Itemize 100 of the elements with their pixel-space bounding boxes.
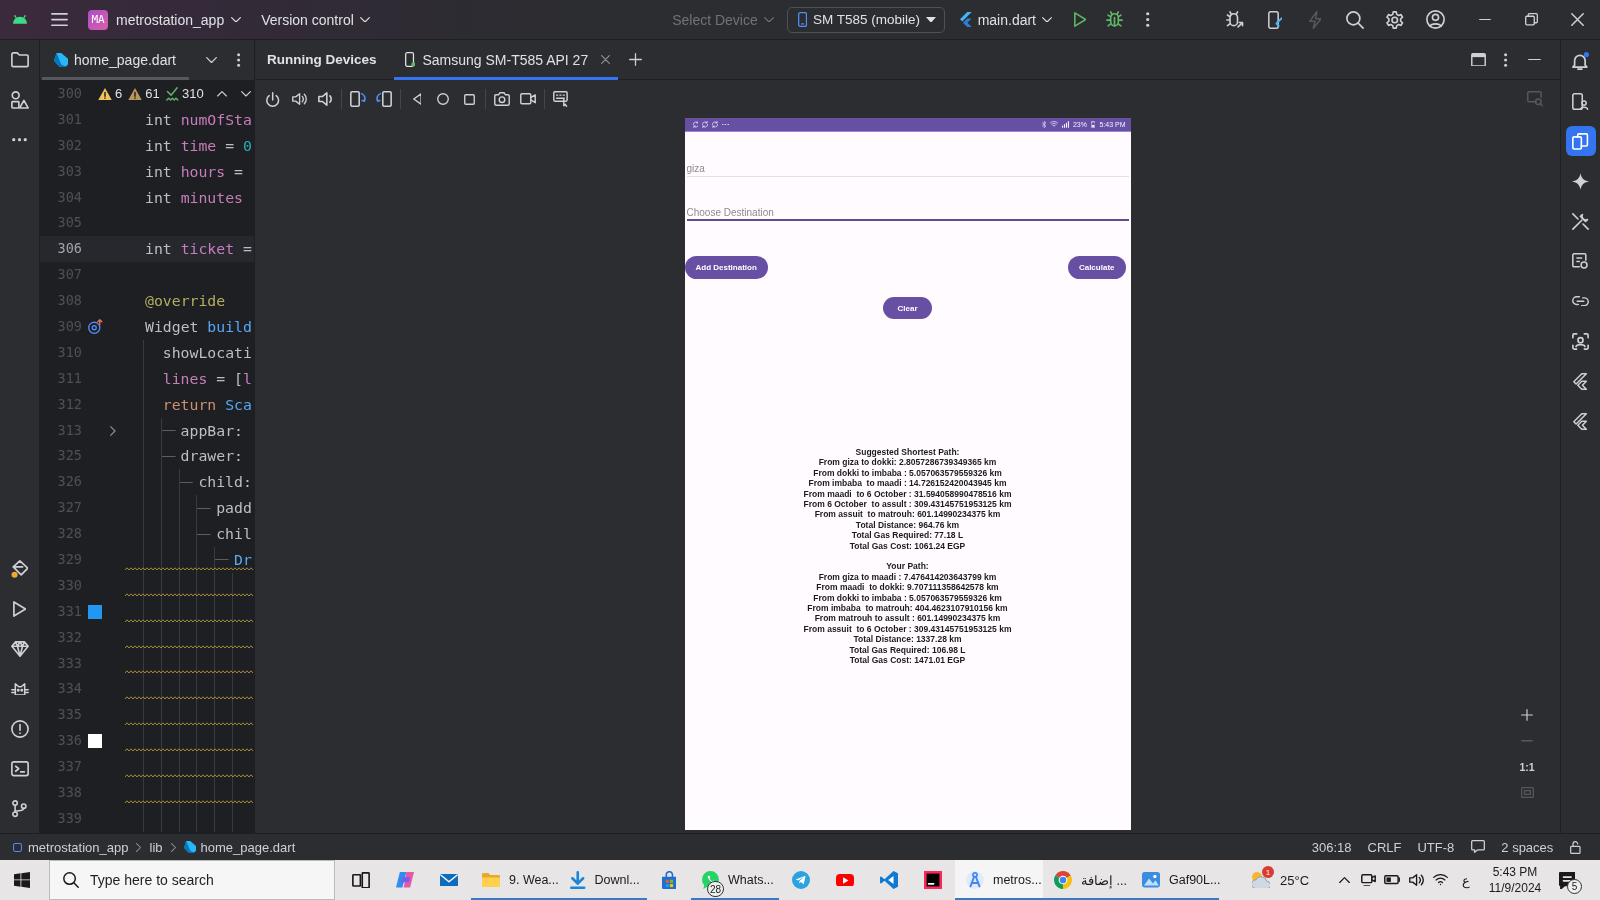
more-icon[interactable] xyxy=(1504,52,1508,67)
indent-setting[interactable]: 2 spaces xyxy=(1501,839,1554,855)
bell-icon[interactable] xyxy=(1571,52,1590,70)
webcam-icon[interactable] xyxy=(1360,873,1376,887)
video-icon[interactable] xyxy=(520,93,536,105)
profile-icon[interactable] xyxy=(1425,10,1445,29)
tool-window-button[interactable] xyxy=(1565,126,1596,156)
layout-icon[interactable] xyxy=(1470,52,1486,67)
battery-icon xyxy=(1090,121,1096,128)
text-field[interactable]: Choose Destination xyxy=(686,205,1129,221)
warning-icon xyxy=(98,87,112,101)
clock-time[interactable]: 5:43 PM xyxy=(1492,864,1538,880)
taskbar-app-button[interactable]: Gaf90L... xyxy=(1131,860,1219,900)
bug-arrow-icon[interactable] xyxy=(1226,11,1244,28)
clear-button[interactable]: Clear xyxy=(883,297,932,319)
action-button[interactable]: Calculate xyxy=(1067,256,1126,279)
volume-icon[interactable] xyxy=(1408,874,1424,886)
search-field[interactable]: Type here to search xyxy=(49,860,335,900)
code-line: return Sca xyxy=(162,394,252,415)
more-icon[interactable] xyxy=(12,138,27,142)
rotate-right-icon[interactable] xyxy=(376,91,392,107)
inspection-counter[interactable]: 310 xyxy=(165,86,204,102)
taskbar-app-button[interactable]: Whats... 28 xyxy=(691,860,779,900)
version-control-dropdown[interactable]: Version control xyxy=(261,5,370,34)
windows-logo-icon[interactable] xyxy=(14,872,30,888)
power-icon[interactable] xyxy=(266,91,280,107)
minimize-icon[interactable] xyxy=(1527,58,1541,61)
breadcrumb[interactable]: metrostation_app xyxy=(28,839,129,855)
phone-icon[interactable] xyxy=(1267,10,1283,29)
breadcrumb[interactable]: home_page.dart xyxy=(200,839,296,855)
device-selector[interactable]: SM T585 (mobile) xyxy=(786,6,945,33)
actual-size-button[interactable]: 1:1 xyxy=(1516,754,1538,780)
code-line: child: xyxy=(198,472,252,493)
taskbar-app-button[interactable]: Downl... xyxy=(559,860,647,900)
folder-icon[interactable] xyxy=(10,52,29,68)
more-icon[interactable] xyxy=(1146,12,1150,27)
alert-icon[interactable] xyxy=(10,720,29,738)
clock-date[interactable]: 11/9/2024 xyxy=(1488,880,1542,896)
telegram-icon xyxy=(792,871,810,889)
bug-icon[interactable] xyxy=(1105,11,1123,28)
line-separator[interactable]: CRLF xyxy=(1367,839,1402,855)
volume-down-icon[interactable] xyxy=(318,92,332,106)
search-icon[interactable] xyxy=(1346,10,1364,29)
module-icon xyxy=(13,842,22,852)
branch-icon[interactable] xyxy=(11,800,28,818)
close-icon[interactable] xyxy=(601,55,611,64)
run-icon[interactable] xyxy=(12,601,27,617)
camera-icon[interactable] xyxy=(494,92,510,106)
restore-icon[interactable] xyxy=(1524,13,1538,26)
run-config-dropdown[interactable]: main.dart xyxy=(959,5,1052,34)
shapes-icon[interactable] xyxy=(10,91,29,109)
gem-icon[interactable] xyxy=(10,640,29,658)
notifications-icon[interactable] xyxy=(1558,871,1576,889)
scan-icon xyxy=(1572,332,1589,350)
chevron-right-icon[interactable] xyxy=(110,425,116,436)
mail-icon xyxy=(440,873,458,887)
back-icon[interactable] xyxy=(412,93,422,105)
overview-icon[interactable] xyxy=(463,93,475,105)
override-icon xyxy=(88,319,103,335)
minimize-icon[interactable] xyxy=(1479,18,1491,21)
copilot-icon xyxy=(396,872,414,888)
taskbar-app-button[interactable]: metros... xyxy=(955,860,1043,900)
count-badge: 5 xyxy=(1567,879,1582,894)
more-icon[interactable] xyxy=(237,53,241,67)
taskbar-app-button[interactable]: إضافة ... xyxy=(1043,860,1131,900)
menu-icon[interactable] xyxy=(50,12,68,27)
cat-icon[interactable] xyxy=(10,682,29,696)
plus-icon[interactable] xyxy=(628,53,642,66)
project-dropdown[interactable]: MA metrostation_app xyxy=(88,5,242,34)
sync-icon xyxy=(702,121,709,128)
screen-touch-icon[interactable] xyxy=(553,91,569,107)
input-language[interactable]: ع xyxy=(1452,872,1480,888)
result-line: Total Gas Required: 77.18 L xyxy=(851,530,964,541)
chevron-down-icon[interactable] xyxy=(240,91,251,97)
paint-bucket-icon[interactable] xyxy=(10,560,29,578)
inspection-counter[interactable]: 61 xyxy=(128,86,160,102)
volume-up-icon[interactable] xyxy=(291,93,307,105)
chevron-down-icon[interactable] xyxy=(206,56,218,64)
battery-icon[interactable] xyxy=(1384,875,1400,885)
action-button[interactable]: Add Destination xyxy=(684,256,768,279)
taskbar-app-button[interactable]: 9. Wea... xyxy=(471,860,559,900)
settings-icon[interactable] xyxy=(1386,10,1404,29)
comment-icon[interactable] xyxy=(1471,840,1486,854)
breadcrumb[interactable]: lib xyxy=(149,839,163,855)
device-tab[interactable]: Samsung SM-T585 API 27 xyxy=(393,39,619,80)
weather-widget[interactable]: 25°C 1 xyxy=(1241,860,1324,900)
wifi-icon[interactable] xyxy=(1432,874,1448,886)
zoom-in-icon[interactable] xyxy=(1521,709,1533,721)
caret-position[interactable]: 306:18 xyxy=(1311,839,1352,855)
terminal-icon[interactable] xyxy=(10,761,29,777)
rotate-left-icon[interactable] xyxy=(350,91,366,107)
file-encoding[interactable]: UTF-8 xyxy=(1417,839,1455,855)
home-icon[interactable] xyxy=(437,93,449,105)
run-icon[interactable] xyxy=(1073,12,1087,27)
chevron-up-icon[interactable] xyxy=(1338,876,1350,884)
inspection-counter[interactable]: 6 xyxy=(98,86,123,102)
lock-icon[interactable] xyxy=(1570,840,1581,854)
code-line: @override xyxy=(145,291,226,312)
close-icon[interactable] xyxy=(1570,13,1584,26)
result-line: From dokki to imbaba : 5.057063579559326 km xyxy=(813,592,1002,604)
